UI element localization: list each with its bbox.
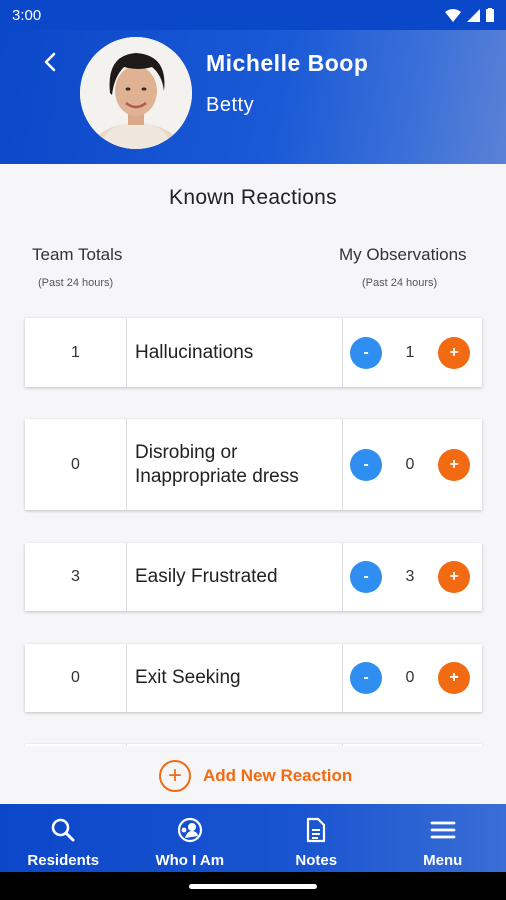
status-icons — [445, 8, 494, 22]
document-icon — [305, 816, 327, 844]
decrement-button[interactable]: - — [350, 336, 382, 369]
nav-menu-label: Menu — [423, 852, 463, 869]
resident-name: Michelle Boop — [206, 50, 369, 76]
resident-header: Michelle Boop Betty — [0, 30, 506, 164]
decrement-button[interactable]: - — [350, 561, 382, 593]
search-icon — [50, 816, 76, 844]
observation-count: 0 — [405, 669, 415, 686]
team-total: 0 — [25, 644, 127, 712]
decrement-button[interactable]: - — [350, 448, 382, 481]
reaction-label: Exit Seeking — [127, 644, 343, 712]
reaction-label: Hallucinations — [127, 318, 343, 387]
resident-avatar — [80, 37, 192, 149]
reaction-label: Easily Frustrated — [127, 543, 343, 611]
status-time: 3:00 — [12, 6, 42, 24]
nav-who-i-am-label: Who I Am — [155, 852, 225, 869]
my-observations-subheader: (Past 24 hours) — [362, 277, 438, 289]
observation-count: 0 — [405, 455, 415, 473]
add-new-reaction-button[interactable]: + Add New Reaction — [159, 760, 352, 792]
increment-button[interactable]: + — [438, 336, 470, 369]
resident-nickname: Betty — [206, 94, 255, 116]
system-nav-bar — [0, 872, 506, 900]
nav-who-i-am[interactable]: Who I Am — [127, 804, 254, 872]
observation-stepper: - 3 + — [343, 543, 482, 611]
observation-stepper: - 0 + — [343, 644, 482, 712]
reaction-row: 1 Hallucinations - 1 + — [25, 318, 482, 387]
back-button[interactable] — [36, 48, 64, 76]
increment-button[interactable]: + — [438, 561, 470, 593]
status-bar: 3:00 — [0, 0, 506, 30]
menu-icon — [430, 816, 456, 844]
reactions-content: Known Reactions Team Totals (Past 24 hou… — [0, 164, 506, 804]
decrement-button[interactable]: - — [350, 662, 382, 694]
person-icon — [176, 816, 204, 844]
nav-notes-label: Notes — [295, 852, 338, 869]
observation-count: 1 — [405, 343, 415, 361]
page-title: Known Reactions — [169, 186, 337, 209]
nav-residents-label: Residents — [27, 852, 100, 869]
home-handle[interactable] — [189, 884, 317, 889]
signal-icon — [467, 8, 480, 22]
add-circle-icon: + — [159, 760, 191, 792]
reaction-label: Disrobing or Inappropriate dress — [127, 419, 343, 510]
reaction-row: 0 Exit Seeking - 0 + — [25, 644, 482, 712]
team-totals-header: Team Totals — [32, 245, 123, 264]
increment-button[interactable]: + — [438, 662, 470, 694]
reaction-row: 3 Easily Frustrated - 3 + — [25, 543, 482, 611]
nav-notes[interactable]: Notes — [253, 804, 380, 872]
my-observations-header: My Observations — [339, 245, 467, 264]
observation-count: 3 — [405, 568, 415, 585]
increment-button[interactable]: + — [438, 448, 470, 481]
wifi-icon — [445, 8, 461, 22]
bottom-nav: Residents Who I Am Notes Menu — [0, 804, 506, 872]
nav-menu[interactable]: Menu — [380, 804, 506, 872]
resident-photo — [80, 37, 192, 149]
team-total: 1 — [25, 318, 127, 387]
chevron-left-icon — [44, 52, 56, 72]
team-total: 3 — [25, 543, 127, 611]
nav-residents[interactable]: Residents — [0, 804, 127, 872]
add-new-reaction-label: Add New Reaction — [203, 766, 353, 785]
observation-stepper: - 1 + — [343, 318, 482, 387]
reaction-row: 0 Disrobing or Inappropriate dress - 0 + — [25, 419, 482, 510]
observation-stepper: - 0 + — [343, 419, 482, 510]
team-totals-subheader: (Past 24 hours) — [38, 277, 114, 289]
battery-icon — [486, 8, 494, 22]
team-total: 0 — [25, 419, 127, 510]
